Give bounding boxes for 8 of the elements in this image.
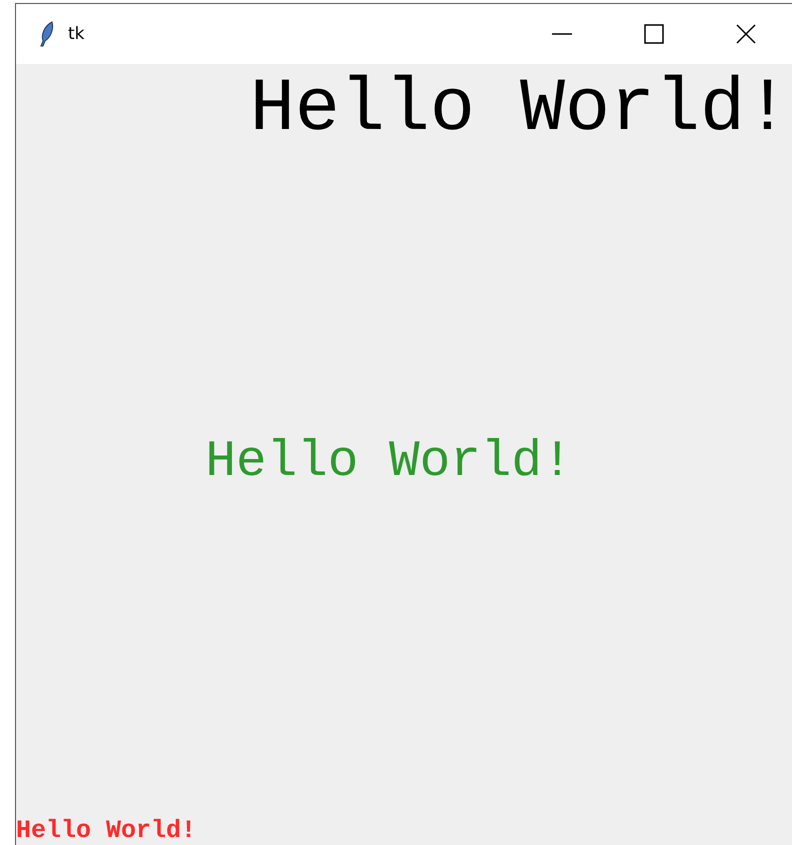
close-icon [736,24,756,44]
window-title: tk [68,24,85,44]
footer-text: Hello World! [16,818,196,843]
minimize-icon [552,33,572,35]
heading-text: Hello World! [250,72,790,147]
feather-icon [40,21,54,47]
greeting-text: Hello World! [205,437,573,488]
maximize-icon [644,24,664,44]
